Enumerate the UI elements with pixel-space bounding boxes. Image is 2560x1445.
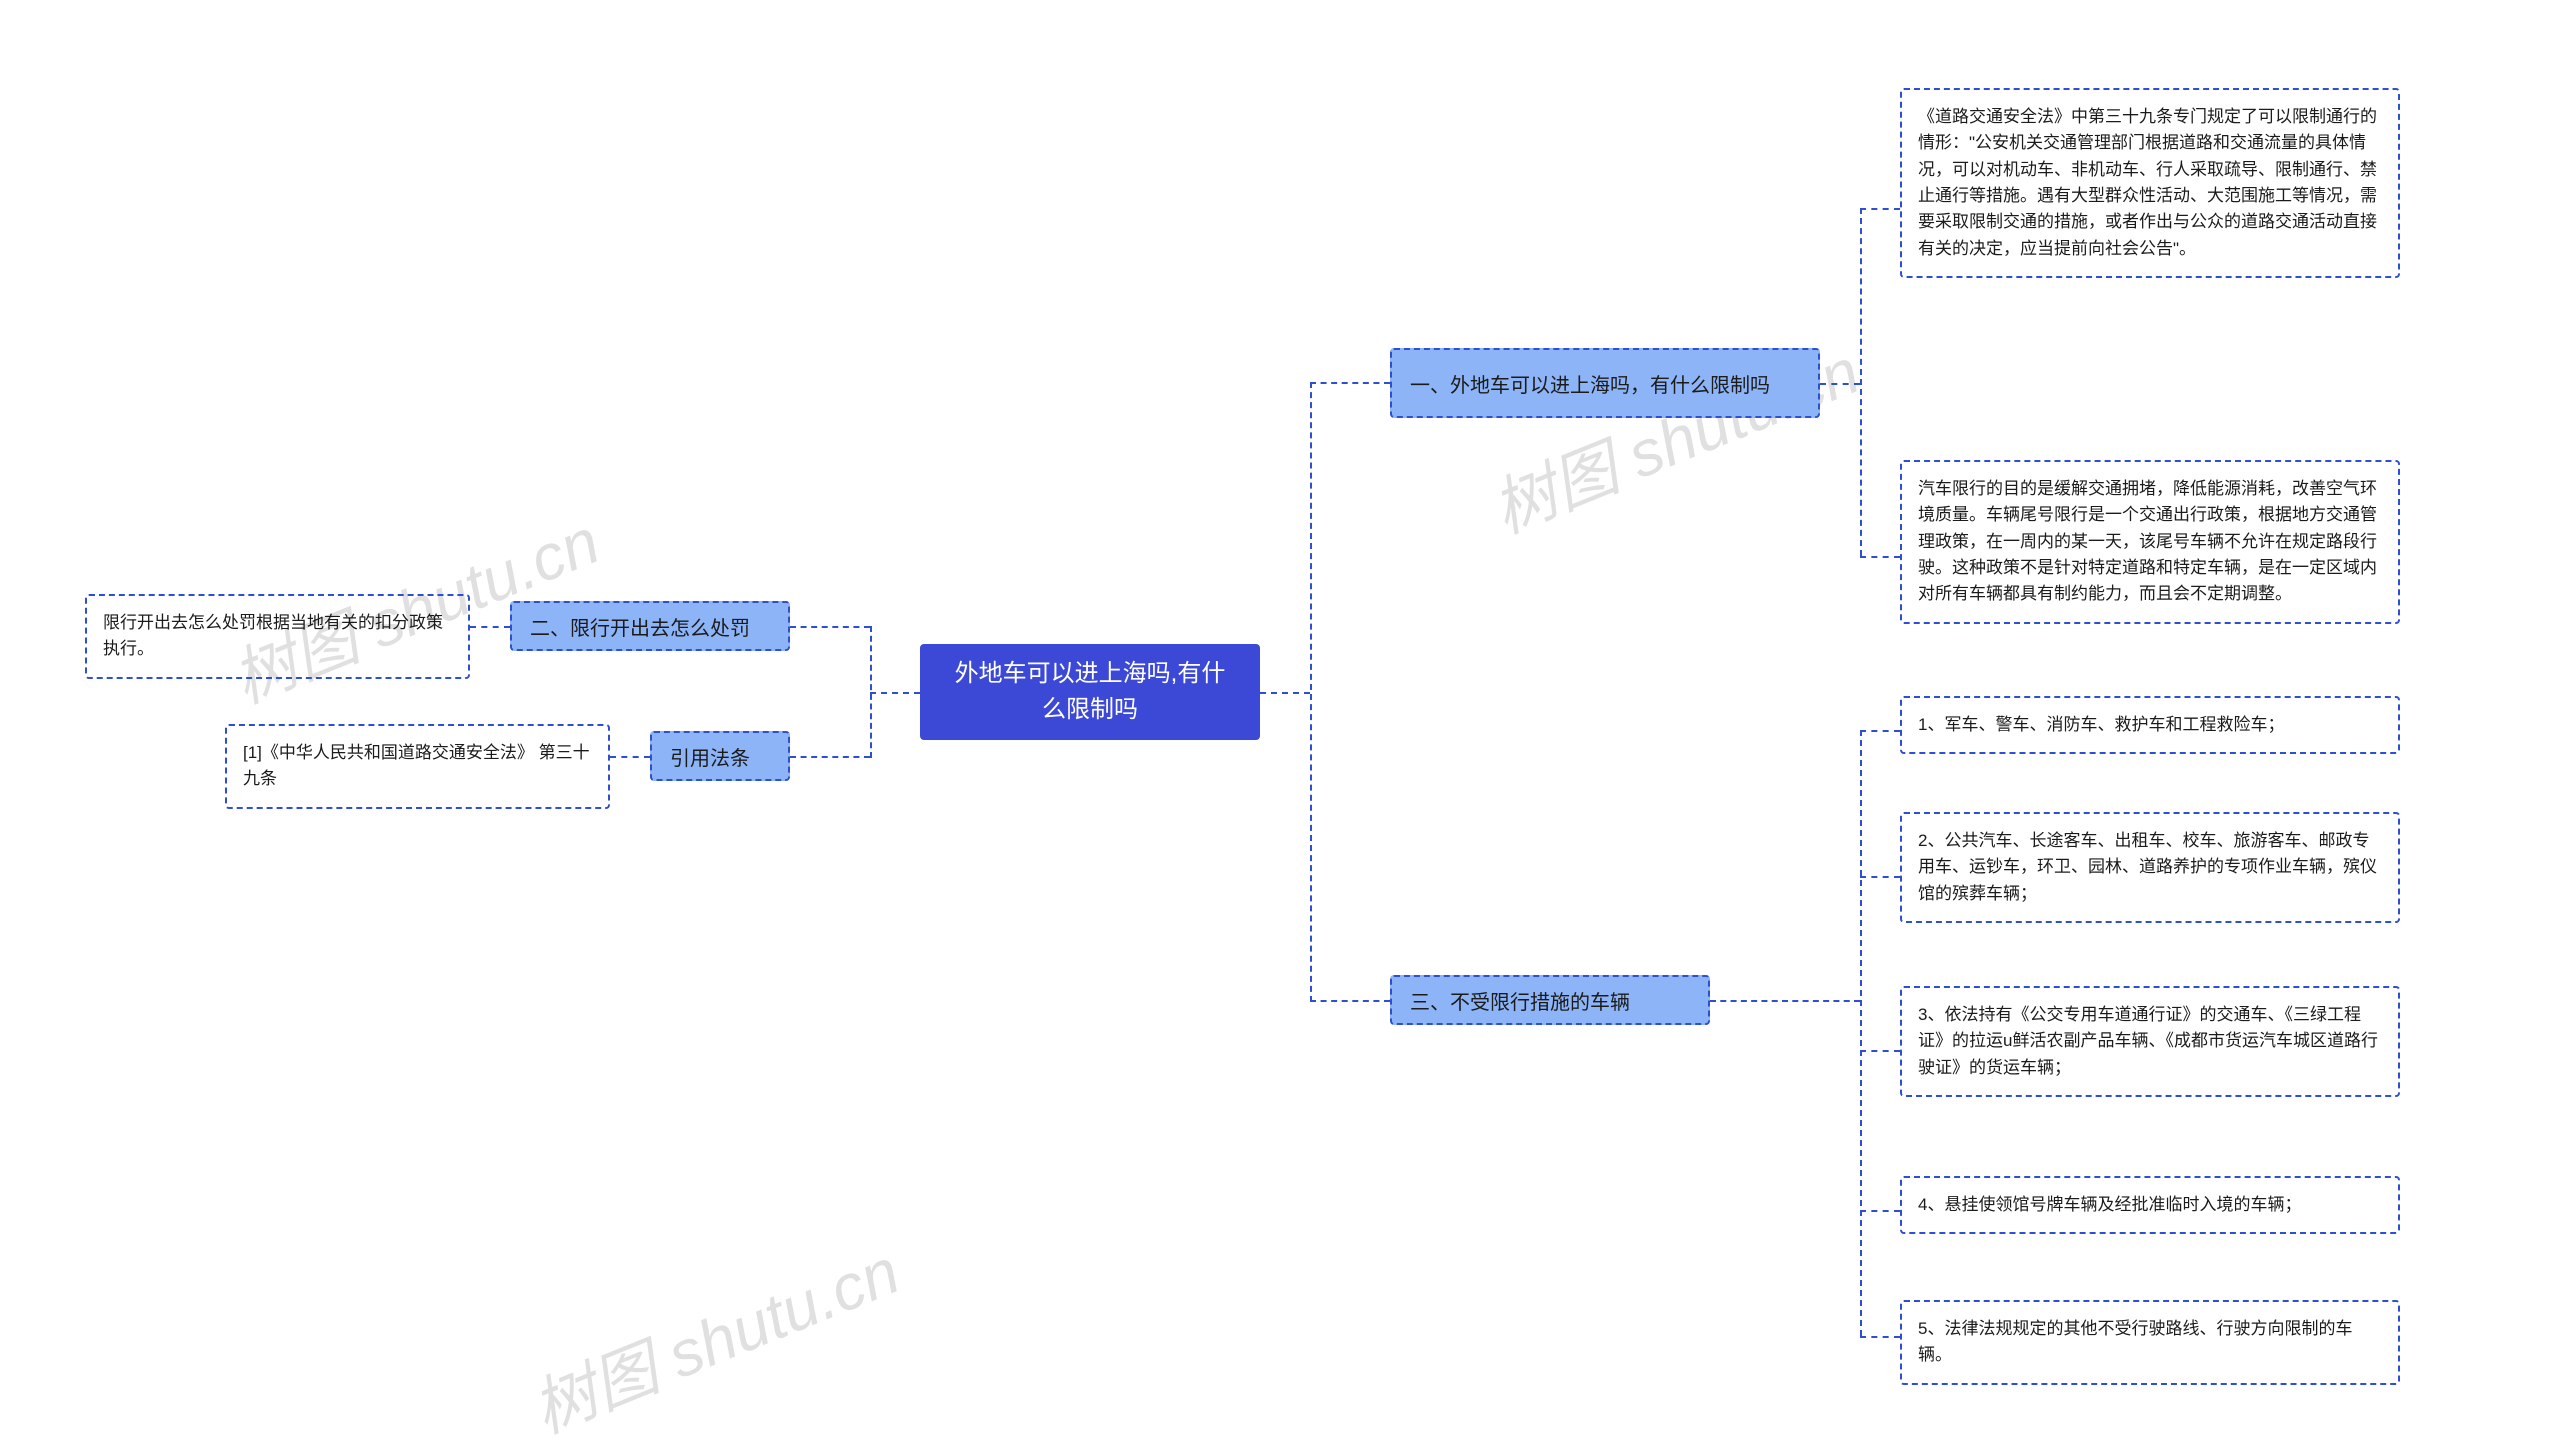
mindmap-canvas: 树图 shutu.cn 树图 shutu.cn 树图 shutu.cn 外地车可…	[0, 0, 2560, 1445]
connector	[790, 626, 870, 628]
root-node[interactable]: 外地车可以进上海吗,有什么限制吗	[920, 644, 1260, 740]
connector	[1860, 1050, 1900, 1052]
leaf-sec1-item-1[interactable]: 《道路交通安全法》中第三十九条专门规定了可以限制通行的情形："公安机关交通管理部…	[1900, 88, 2400, 278]
leaf-sec3-item-2[interactable]: 2、公共汽车、长途客车、出租车、校车、旅游客车、邮政专用车、运钞车，环卫、园林、…	[1900, 812, 2400, 923]
connector	[1860, 1210, 1900, 1212]
leaf-citation-item[interactable]: [1]《中华人民共和国道路交通安全法》 第三十九条	[225, 724, 610, 809]
connector	[1860, 208, 1862, 556]
connector	[1260, 692, 1310, 694]
leaf-sec3-item-5[interactable]: 5、法律法规规定的其他不受行驶路线、行驶方向限制的车辆。	[1900, 1300, 2400, 1385]
branch-section-1[interactable]: 一、外地车可以进上海吗，有什么限制吗	[1390, 348, 1820, 418]
connector	[1710, 1000, 1860, 1002]
connector	[1860, 730, 1900, 732]
connector	[870, 692, 920, 694]
watermark: 树图 shutu.cn	[517, 1221, 911, 1445]
connector	[1860, 1336, 1900, 1338]
connector	[1310, 382, 1390, 384]
connector	[1820, 383, 1860, 385]
leaf-sec2-item[interactable]: 限行开出去怎么处罚根据当地有关的扣分政策执行。	[85, 594, 470, 679]
branch-section-3[interactable]: 三、不受限行措施的车辆	[1390, 975, 1710, 1025]
connector	[1860, 730, 1862, 1336]
leaf-sec3-item-4[interactable]: 4、悬挂使领馆号牌车辆及经批准临时入境的车辆；	[1900, 1176, 2400, 1234]
connector	[610, 756, 650, 758]
leaf-sec3-item-3[interactable]: 3、依法持有《公交专用车道通行证》的交通车、《三绿工程证》的拉运u鲜活农副产品车…	[1900, 986, 2400, 1097]
connector	[790, 756, 870, 758]
branch-section-2[interactable]: 二、限行开出去怎么处罚	[510, 601, 790, 651]
leaf-sec1-item-2[interactable]: 汽车限行的目的是缓解交通拥堵，降低能源消耗，改善空气环境质量。车辆尾号限行是一个…	[1900, 460, 2400, 624]
connector	[870, 626, 872, 758]
leaf-sec3-item-1[interactable]: 1、军车、警车、消防车、救护车和工程救险车；	[1900, 696, 2400, 754]
connector	[1310, 382, 1312, 1002]
branch-citation[interactable]: 引用法条	[650, 731, 790, 781]
connector	[1310, 1000, 1390, 1002]
connector	[1860, 876, 1900, 878]
connector	[1860, 208, 1900, 210]
connector	[470, 626, 510, 628]
connector	[1860, 556, 1900, 558]
